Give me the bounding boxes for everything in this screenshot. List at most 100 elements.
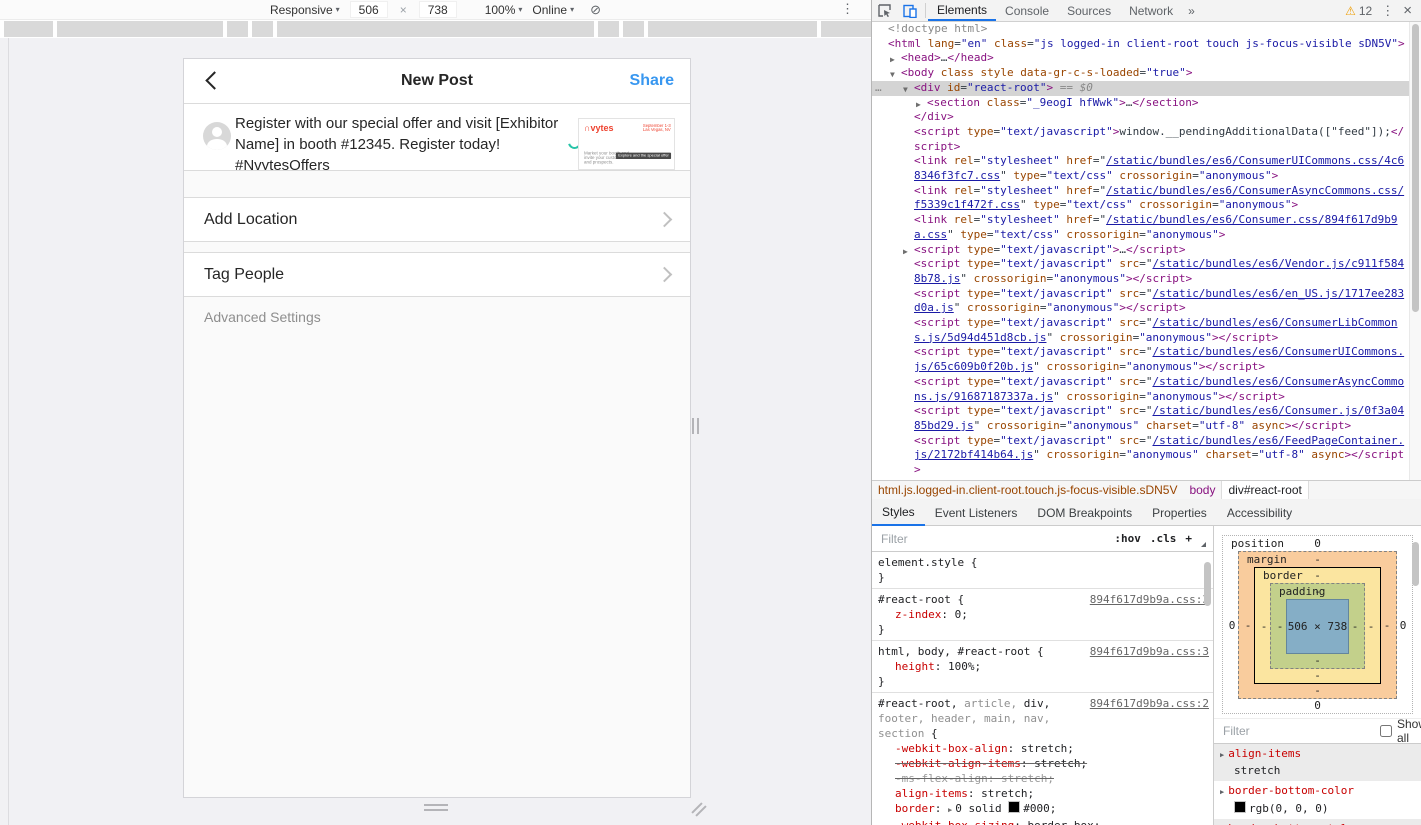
elements-tree-line[interactable]: ▶<head>…</head> bbox=[872, 51, 1410, 66]
elements-tree-line-selected[interactable]: …▼<div id="react-root"> == $0 bbox=[872, 81, 1410, 96]
tab-dom-breakpoints[interactable]: DOM Breakpoints bbox=[1027, 501, 1142, 525]
viewport-resize-handle-right[interactable] bbox=[692, 418, 702, 434]
device-options-menu-button[interactable]: ⋮ bbox=[841, 1, 855, 17]
tab-console[interactable]: Console bbox=[996, 0, 1058, 21]
elements-tree-line[interactable]: <link rel="stylesheet" href="/static/bun… bbox=[872, 154, 1410, 183]
viewport-resize-handle-bottom[interactable] bbox=[424, 804, 448, 812]
close-devtools-button[interactable]: × bbox=[1403, 2, 1412, 19]
media-query-bar[interactable] bbox=[0, 20, 871, 38]
viewport-width-input[interactable] bbox=[350, 1, 388, 18]
css-property[interactable]: -webkit-box-align: stretch; bbox=[878, 741, 1207, 756]
css-property[interactable]: height: 100%; bbox=[878, 659, 1207, 674]
new-style-rule-button[interactable]: + bbox=[1185, 532, 1192, 545]
share-button[interactable]: Share bbox=[630, 72, 674, 90]
computed-property[interactable]: ▶align-itemsstretch bbox=[1214, 744, 1421, 781]
media-query-segment[interactable] bbox=[648, 21, 817, 37]
devtools-menu-button[interactable]: ⋮ bbox=[1381, 3, 1394, 19]
code-token: =" bbox=[1139, 316, 1152, 329]
elements-tree-line[interactable]: <script type="text/javascript" src="/sta… bbox=[872, 345, 1410, 374]
styles-filter-input[interactable] bbox=[879, 531, 1114, 547]
tab-properties[interactable]: Properties bbox=[1142, 501, 1217, 525]
elements-scrollbar[interactable] bbox=[1409, 22, 1421, 480]
computed-property[interactable]: ▶border-bottom-colorrgb(0, 0, 0) bbox=[1214, 781, 1421, 819]
code-token: <script bbox=[914, 125, 960, 138]
code-token: crossorigin bbox=[1133, 198, 1212, 211]
media-query-segment[interactable] bbox=[821, 21, 871, 37]
css-property[interactable]: -webkit-box-sizing: border-box; bbox=[878, 818, 1207, 825]
css-property[interactable]: border: ▶0 solid #000; bbox=[878, 801, 1207, 818]
element-classes-toggle[interactable]: .cls bbox=[1150, 532, 1177, 545]
elements-tree-line[interactable]: <script type="text/javascript" src="/sta… bbox=[872, 434, 1410, 478]
show-all-checkbox[interactable] bbox=[1380, 725, 1392, 737]
style-rule[interactable]: element.style {} bbox=[872, 552, 1213, 589]
stylesheet-source-link[interactable]: 894f617d9b9a.css:3 bbox=[1090, 592, 1209, 607]
css-property[interactable]: align-items: stretch; bbox=[878, 786, 1207, 801]
elements-tree-line[interactable]: <script type="text/javascript" src="/sta… bbox=[872, 375, 1410, 404]
advanced-settings-label[interactable]: Advanced Settings bbox=[184, 297, 690, 797]
elements-tree-line[interactable]: <link rel="stylesheet" href="/static/bun… bbox=[872, 184, 1410, 213]
elements-tree-line[interactable]: <script type="text/javascript" src="/sta… bbox=[872, 404, 1410, 433]
tab-sources[interactable]: Sources bbox=[1058, 0, 1120, 21]
code-token: "anonymous" bbox=[1146, 390, 1219, 403]
style-rule[interactable]: 894f617d9b9a.css:2#react-root, article, … bbox=[872, 693, 1213, 825]
media-query-segment[interactable] bbox=[252, 21, 273, 37]
media-query-segment[interactable] bbox=[57, 21, 223, 37]
style-rule[interactable]: 894f617d9b9a.css:3#react-root {z-index: … bbox=[872, 589, 1213, 641]
tab-elements[interactable]: Elements bbox=[928, 0, 996, 21]
tag-people-row[interactable]: Tag People bbox=[184, 253, 690, 297]
computed-filter-input[interactable] bbox=[1221, 723, 1380, 739]
warnings-badge[interactable]: ⚠ 12 bbox=[1345, 4, 1372, 18]
elements-tree-line[interactable]: <script type="text/javascript" src="/sta… bbox=[872, 287, 1410, 316]
css-property[interactable]: -webkit-align-items: stretch; bbox=[878, 756, 1207, 771]
elements-tree-line[interactable]: <link rel="stylesheet" href="/static/bun… bbox=[872, 213, 1410, 242]
stylesheet-source-link[interactable]: 894f617d9b9a.css:2 bbox=[1090, 696, 1209, 711]
pseudo-state-toggle[interactable]: :hov bbox=[1114, 532, 1141, 545]
viewport-resize-handle-corner[interactable] bbox=[688, 798, 708, 818]
elements-tree-line[interactable]: ▶<script type="text/javascript">…</scrip… bbox=[872, 243, 1410, 258]
elements-tree-line[interactable]: <script type="text/javascript">window.__… bbox=[872, 125, 1410, 154]
inspect-element-button[interactable] bbox=[872, 0, 897, 21]
elements-tree-line[interactable]: <html lang="en" class="js logged-in clie… bbox=[872, 37, 1410, 52]
tab-accessibility[interactable]: Accessibility bbox=[1217, 501, 1302, 525]
computed-property[interactable]: ▶border-bottom-style bbox=[1214, 819, 1421, 825]
media-query-segment[interactable] bbox=[623, 21, 644, 37]
code-token: crossorigin bbox=[980, 419, 1059, 432]
styles-scrollbar-thumb[interactable] bbox=[1204, 562, 1211, 606]
elements-tree-line[interactable]: </div> bbox=[872, 110, 1410, 125]
media-query-segment[interactable] bbox=[598, 21, 619, 37]
media-query-segment[interactable] bbox=[227, 21, 248, 37]
device-mode-select[interactable]: Responsive ▾ bbox=[270, 3, 340, 17]
style-rule[interactable]: 894f617d9b9a.css:3html, body, #react-roo… bbox=[872, 641, 1213, 693]
elements-tree-line[interactable]: ▶<section class="_9eogI hfWwk">…</sectio… bbox=[872, 96, 1410, 111]
caption-input[interactable]: Register with our special offer and visi… bbox=[235, 113, 571, 171]
computed-scrollbar-thumb[interactable] bbox=[1412, 542, 1419, 586]
node-options-ellipsis-icon[interactable]: … bbox=[875, 81, 882, 96]
code-token: id bbox=[941, 81, 961, 94]
css-property[interactable]: -ms-flex-align: stretch; bbox=[878, 771, 1207, 786]
add-location-row[interactable]: Add Location bbox=[184, 198, 690, 242]
elements-tree-line[interactable]: <script type="text/javascript" src="/sta… bbox=[872, 316, 1410, 345]
stylesheet-source-link[interactable]: 894f617d9b9a.css:3 bbox=[1090, 644, 1209, 659]
breadcrumb-item[interactable]: body bbox=[1183, 481, 1221, 499]
breadcrumb-item[interactable]: div#react-root bbox=[1221, 481, 1308, 499]
code-token: "stylesheet" bbox=[980, 184, 1059, 197]
scrollbar-thumb[interactable] bbox=[1412, 24, 1419, 312]
tab-event-listeners[interactable]: Event Listeners bbox=[925, 501, 1028, 525]
more-tabs-button[interactable]: » bbox=[1182, 0, 1201, 21]
media-query-segment[interactable] bbox=[277, 21, 594, 37]
breadcrumb-item[interactable]: html.js.logged-in.client-root.touch.js-f… bbox=[872, 481, 1183, 499]
zoom-select[interactable]: 100% ▾ bbox=[485, 3, 523, 17]
tab-network[interactable]: Network bbox=[1120, 0, 1182, 21]
toggle-device-toolbar-button[interactable] bbox=[897, 0, 923, 21]
tab-styles[interactable]: Styles bbox=[872, 500, 925, 526]
code-token: = bbox=[1192, 419, 1199, 432]
box-model-diagram[interactable]: position 0 0 margin - - bbox=[1214, 526, 1421, 718]
viewport-height-input[interactable] bbox=[419, 1, 457, 18]
css-property[interactable]: z-index: 0; bbox=[878, 607, 1207, 622]
code-token: <html bbox=[888, 37, 921, 50]
elements-tree-line[interactable]: <!doctype html> bbox=[872, 22, 1410, 37]
media-query-segment[interactable] bbox=[4, 21, 53, 37]
elements-tree-line[interactable]: ▼<body class style data-gr-c-s-loaded="t… bbox=[872, 66, 1410, 81]
network-throttle-select[interactable]: Online ▾ bbox=[532, 3, 574, 17]
elements-tree-line[interactable]: <script type="text/javascript" src="/sta… bbox=[872, 257, 1410, 286]
